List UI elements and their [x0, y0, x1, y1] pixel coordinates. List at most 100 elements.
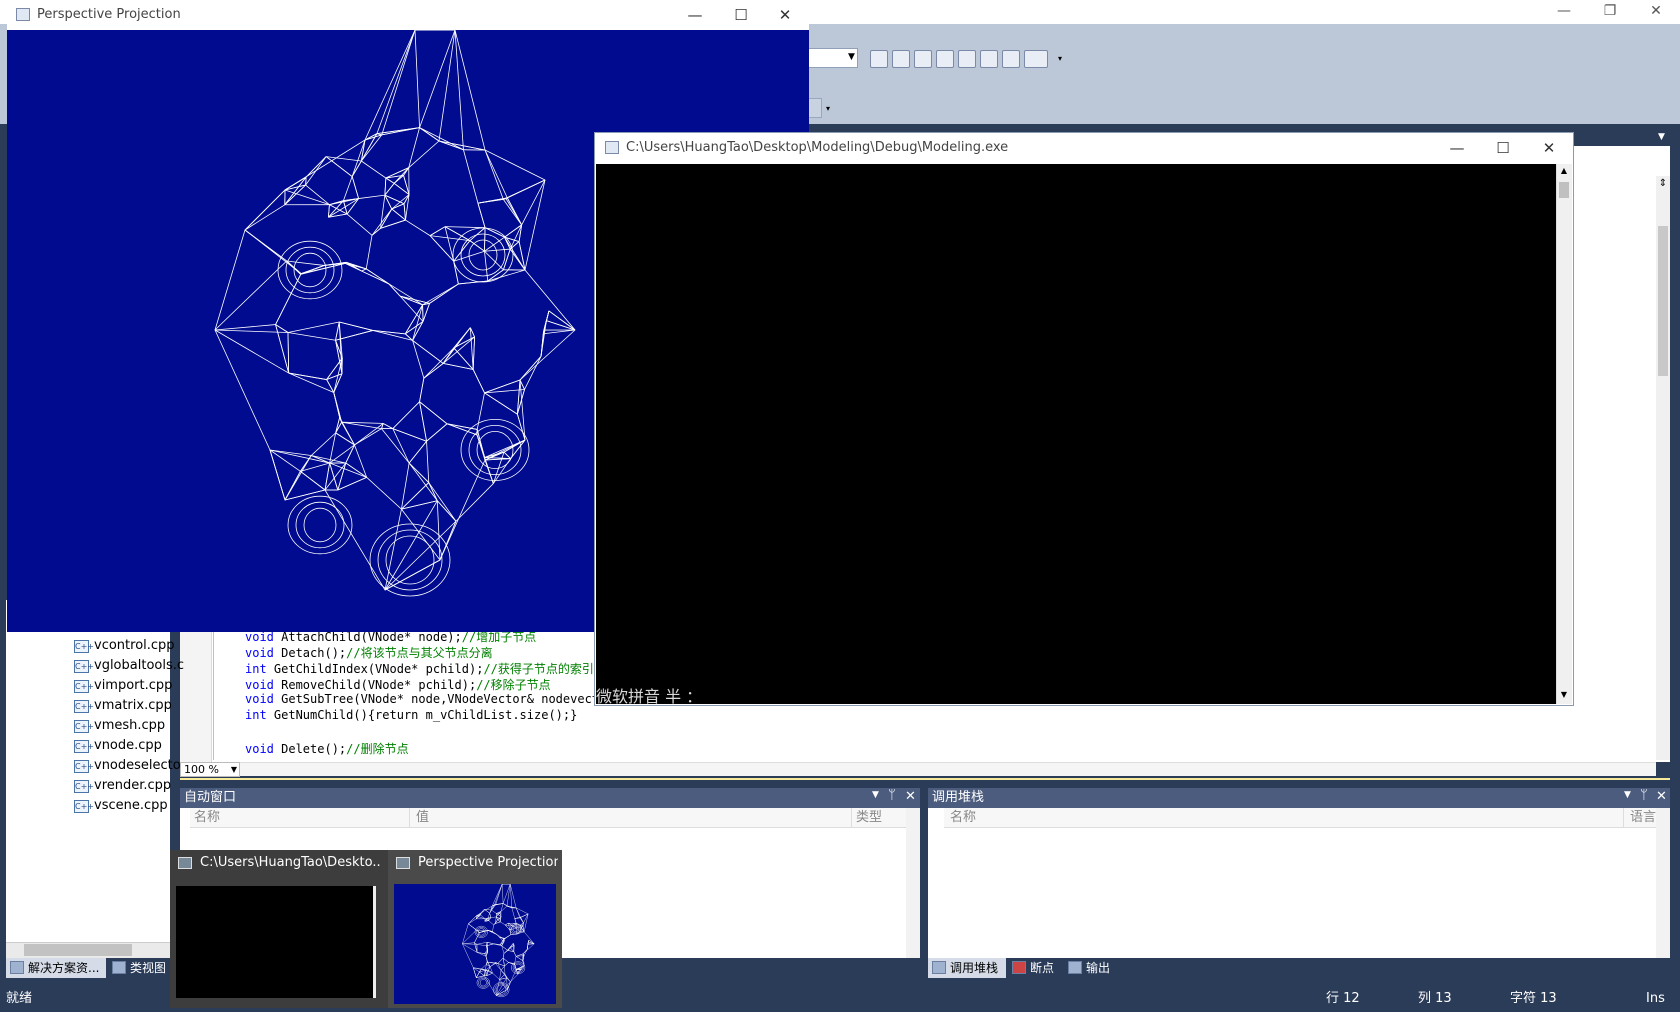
perspective-close-button[interactable]: ✕ [762, 0, 808, 30]
mesh-edge [490, 963, 496, 967]
perspective-maximize-button[interactable]: ☐ [718, 0, 764, 30]
mesh-edge [405, 219, 431, 236]
find-icon[interactable] [870, 50, 888, 68]
console-minimize-button[interactable]: — [1434, 133, 1480, 163]
code-line: void RemoveChild(VNode* pchild);//移除子节点 [245, 678, 551, 692]
perspective-title: Perspective Projection [37, 7, 181, 22]
mesh-edge [523, 913, 529, 923]
tab-breakpoints[interactable]: 断点 [1008, 958, 1064, 978]
close-icon[interactable]: ✕ [905, 789, 916, 804]
solution-scroll-thumb[interactable] [24, 944, 132, 956]
solution-file-item[interactable]: vimport.cpp [94, 678, 194, 698]
mesh-edge [305, 184, 330, 205]
solution-file-item[interactable]: vcontrol.cpp [94, 638, 194, 658]
solution-file-item[interactable]: vrender.cpp [94, 778, 194, 798]
mesh-edge [430, 235, 470, 242]
mesh-edge [484, 389, 525, 394]
mesh-edge [472, 369, 485, 394]
ide-restore-button[interactable]: ❐ [1590, 0, 1630, 22]
mesh-edge [335, 421, 342, 434]
editor-scroll-thumb[interactable] [1658, 226, 1668, 376]
scroll-up-icon[interactable]: ▲ [1558, 166, 1570, 178]
solution-file-item[interactable]: vnodeselecto [94, 758, 194, 778]
column-name[interactable]: 名称 [190, 808, 410, 828]
mesh-edge [503, 903, 512, 909]
mesh-edge [476, 971, 480, 978]
properties-icon[interactable] [892, 50, 910, 68]
mesh-edge [497, 957, 504, 964]
solution-file-item[interactable]: vmesh.cpp [94, 718, 194, 738]
class-view-icon[interactable] [1002, 50, 1020, 68]
console-title-bar[interactable]: C:\Users\HuangTao\Desktop\Modeling\Debug… [595, 133, 1573, 163]
cpp-file-icon: C++ [74, 780, 94, 793]
app-window-icon [16, 8, 30, 21]
console-maximize-button[interactable]: ☐ [1480, 133, 1526, 163]
mesh-edge [502, 953, 505, 959]
console-output[interactable] [596, 164, 1556, 704]
close-icon[interactable]: ✕ [1656, 789, 1667, 804]
mesh-edge [446, 423, 478, 436]
mesh-edge [488, 920, 494, 926]
solution-file-item[interactable]: vscene.cpp [94, 798, 194, 818]
split-icon[interactable]: ⇕ [1656, 178, 1670, 192]
pin-icon[interactable]: ᛘ [888, 788, 896, 803]
editor-horizontal-scrollbar[interactable] [240, 762, 1656, 776]
ide-close-button[interactable]: ✕ [1636, 0, 1676, 22]
chevron-down-icon[interactable]: ▼ [848, 52, 855, 62]
mesh-edge [501, 945, 508, 951]
mesh-edge [444, 226, 471, 241]
pane-menu-icon[interactable]: ▼ [1624, 790, 1631, 800]
pane-menu-icon[interactable]: ▼ [872, 790, 879, 800]
ide-minimize-button[interactable]: — [1544, 0, 1584, 22]
mesh-edge [436, 500, 441, 561]
tab-class-view[interactable]: 类视图 [108, 958, 172, 978]
splitter[interactable] [180, 778, 1670, 780]
tab-dropdown-icon[interactable]: ▼ [1658, 132, 1665, 142]
toolbar-overflow-icon-2[interactable]: ▾ [826, 104, 830, 113]
console-app-icon [605, 141, 619, 154]
mesh-edge [214, 329, 289, 374]
column-language[interactable]: 语言 [1624, 808, 1656, 828]
mesh-edge [287, 321, 340, 333]
mesh-edge [214, 324, 276, 331]
solution-file-item[interactable]: vnode.cpp [94, 738, 194, 758]
column-name[interactable]: 名称 [944, 808, 1624, 828]
mesh-edge [484, 227, 486, 252]
solution-file-item[interactable]: vglobaltools.c [94, 658, 194, 678]
scroll-down-icon[interactable]: ▼ [1558, 690, 1570, 702]
auto-window-scrollbar[interactable] [906, 808, 920, 958]
mesh-edge [437, 500, 457, 522]
pin-icon[interactable]: ᛘ [1640, 788, 1648, 803]
toolbox-icon[interactable] [936, 50, 954, 68]
object-browser-icon[interactable] [914, 50, 932, 68]
status-column: 列 13 [1418, 991, 1452, 1006]
toolbar-overflow-icon[interactable]: ▾ [1058, 54, 1062, 63]
mesh-edge [422, 283, 459, 306]
mesh-edge [469, 327, 474, 370]
start-page-icon[interactable] [980, 50, 998, 68]
tab-call-stack[interactable]: 调用堆栈 [928, 958, 1006, 978]
call-stack-scrollbar[interactable] [1656, 808, 1670, 958]
wireframe-viewport[interactable] [7, 30, 594, 632]
mesh-socket [369, 523, 451, 597]
outline-guide [213, 632, 214, 760]
console-scroll-thumb[interactable] [1559, 182, 1569, 198]
cpp-file-icon: C++ [74, 760, 94, 773]
tools-icon[interactable] [958, 50, 976, 68]
output-icon [1068, 961, 1082, 974]
thumbnail-console[interactable]: C:\Users\HuangTao\Deskto... [170, 850, 386, 1008]
tab-output[interactable]: 输出 [1064, 958, 1124, 978]
console-close-button[interactable]: ✕ [1526, 133, 1572, 163]
mesh-edge [366, 477, 402, 510]
cpp-file-icon: C++ [74, 720, 94, 733]
perspective-minimize-button[interactable]: — [672, 0, 718, 30]
thumbnail-perspective[interactable]: Perspective Projection [388, 850, 562, 1008]
tab-solution-explorer[interactable]: 解决方案资... [6, 958, 106, 978]
mesh-edge [503, 199, 522, 226]
solution-file-item[interactable]: vmatrix.cpp [94, 698, 194, 718]
command-window-icon[interactable] [1024, 50, 1048, 68]
column-type[interactable]: 类型 [852, 808, 906, 828]
column-value[interactable]: 值 [410, 808, 852, 828]
second-toolbar-combo[interactable] [808, 98, 822, 118]
console-scrollbar[interactable] [1556, 164, 1572, 704]
